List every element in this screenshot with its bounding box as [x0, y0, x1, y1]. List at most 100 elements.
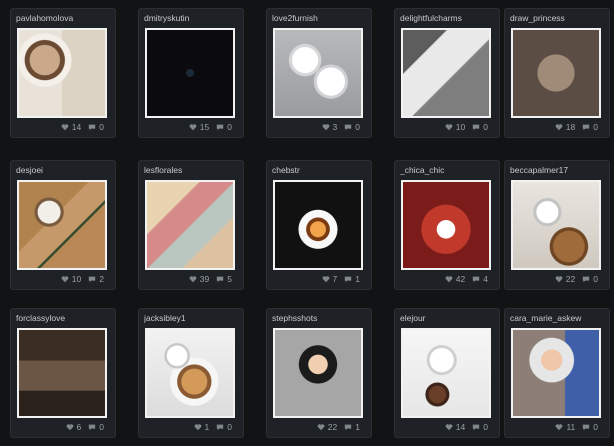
username-link[interactable]: stephsshots	[272, 313, 368, 323]
photo-card[interactable]: elejour 14 0	[394, 308, 500, 438]
username-link[interactable]: desjoei	[16, 165, 112, 175]
username-link[interactable]: _chica_chic	[400, 165, 496, 175]
username-link[interactable]: lesflorales	[144, 165, 240, 175]
photo-card[interactable]: draw_princess 18 0	[504, 8, 610, 138]
photo-thumbnail[interactable]	[17, 328, 107, 418]
username-link[interactable]: elejour	[400, 313, 496, 323]
photo-thumbnail[interactable]	[401, 28, 491, 118]
photo-thumbnail[interactable]	[511, 180, 601, 270]
photo-card[interactable]: dmitryskutin 15 0	[138, 8, 244, 138]
username-link[interactable]: pavlahomolova	[16, 13, 112, 23]
like-count: 14	[455, 422, 466, 432]
heart-icon	[445, 276, 453, 283]
username-link[interactable]: forclassylove	[16, 313, 112, 323]
username-link[interactable]: jacksibley1	[144, 313, 240, 323]
comment-icon	[473, 124, 480, 131]
comment-count: 0	[227, 422, 232, 432]
comment-icon	[345, 124, 352, 131]
photo-stats: 11 0	[555, 422, 602, 432]
comment-count: 0	[483, 122, 488, 132]
photo-card[interactable]: desjoei 10 2	[10, 160, 116, 290]
photo-stats: 42 4	[445, 274, 492, 284]
like-count: 15	[199, 122, 210, 132]
like-count: 7	[332, 274, 338, 284]
heart-icon	[189, 276, 197, 283]
photo-stats: 15 0	[189, 122, 236, 132]
photo-thumbnail[interactable]	[401, 180, 491, 270]
comment-icon	[473, 424, 480, 431]
photo-thumbnail[interactable]	[145, 328, 235, 418]
photo-stats: 10 2	[61, 274, 108, 284]
photo-card[interactable]: delightfulcharms 10 0	[394, 8, 500, 138]
username-link[interactable]: chebstr	[272, 165, 368, 175]
username-link[interactable]: delightfulcharms	[400, 13, 496, 23]
username-link[interactable]: cara_marie_askew	[510, 313, 606, 323]
username-link[interactable]: beccapalmer17	[510, 165, 606, 175]
photo-stats: 14 0	[445, 422, 492, 432]
comment-count: 0	[99, 422, 104, 432]
heart-icon	[61, 276, 69, 283]
comment-count: 5	[227, 274, 232, 284]
comment-icon	[89, 424, 96, 431]
like-count: 6	[76, 422, 82, 432]
heart-icon	[445, 424, 453, 431]
heart-icon	[556, 424, 563, 431]
like-count: 18	[565, 122, 576, 132]
comment-count: 0	[227, 122, 232, 132]
like-count: 10	[71, 274, 82, 284]
heart-icon	[555, 276, 563, 283]
like-count: 22	[327, 422, 338, 432]
photo-thumbnail[interactable]	[17, 28, 107, 118]
photo-card[interactable]: jacksibley1 1 0	[138, 308, 244, 438]
photo-thumbnail[interactable]	[273, 328, 363, 418]
photo-card[interactable]: beccapalmer17 22 0	[504, 160, 610, 290]
like-count: 42	[455, 274, 466, 284]
photo-stats: 22 1	[317, 422, 364, 432]
username-link[interactable]: dmitryskutin	[144, 13, 240, 23]
photo-thumbnail[interactable]	[511, 28, 601, 118]
heart-icon	[66, 424, 73, 431]
photo-stats: 3 0	[322, 122, 364, 132]
photo-thumbnail[interactable]	[511, 328, 601, 418]
photo-card[interactable]: pavlahomolova 14 0	[10, 8, 116, 138]
comment-icon	[89, 124, 96, 131]
comment-icon	[345, 424, 352, 431]
like-count: 14	[71, 122, 82, 132]
like-count: 39	[199, 274, 210, 284]
like-count: 11	[566, 422, 576, 432]
like-count: 1	[204, 422, 210, 432]
like-count: 10	[455, 122, 466, 132]
photo-grid: pavlahomolova 14 0 dmitryskutin 15 0 lov…	[0, 0, 614, 446]
photo-stats: 39 5	[189, 274, 236, 284]
comment-icon	[473, 276, 480, 283]
photo-card[interactable]: stephsshots 22 1	[266, 308, 372, 438]
photo-stats: 18 0	[555, 122, 602, 132]
photo-thumbnail[interactable]	[17, 180, 107, 270]
photo-stats: 7 1	[322, 274, 364, 284]
comment-icon	[345, 276, 352, 283]
photo-card[interactable]: love2furnish 3 0	[266, 8, 372, 138]
photo-card[interactable]: forclassylove 6 0	[10, 308, 116, 438]
photo-thumbnail[interactable]	[145, 28, 235, 118]
heart-icon	[189, 124, 197, 131]
photo-stats: 14 0	[61, 122, 108, 132]
username-link[interactable]: draw_princess	[510, 13, 606, 23]
username-link[interactable]: love2furnish	[272, 13, 368, 23]
comment-icon	[89, 276, 96, 283]
photo-card[interactable]: _chica_chic 42 4	[394, 160, 500, 290]
comment-count: 0	[355, 122, 360, 132]
comment-count: 0	[99, 122, 104, 132]
heart-icon	[61, 124, 69, 131]
photo-card[interactable]: cara_marie_askew 11 0	[504, 308, 610, 438]
comment-count: 1	[355, 274, 360, 284]
photo-thumbnail[interactable]	[273, 28, 363, 118]
photo-card[interactable]: lesflorales 39 5	[138, 160, 244, 290]
photo-thumbnail[interactable]	[145, 180, 235, 270]
photo-thumbnail[interactable]	[401, 328, 491, 418]
comment-count: 0	[593, 422, 598, 432]
photo-card[interactable]: chebstr 7 1	[266, 160, 372, 290]
photo-thumbnail[interactable]	[273, 180, 363, 270]
like-count: 3	[332, 122, 338, 132]
heart-icon	[322, 124, 329, 131]
heart-icon	[322, 276, 329, 283]
